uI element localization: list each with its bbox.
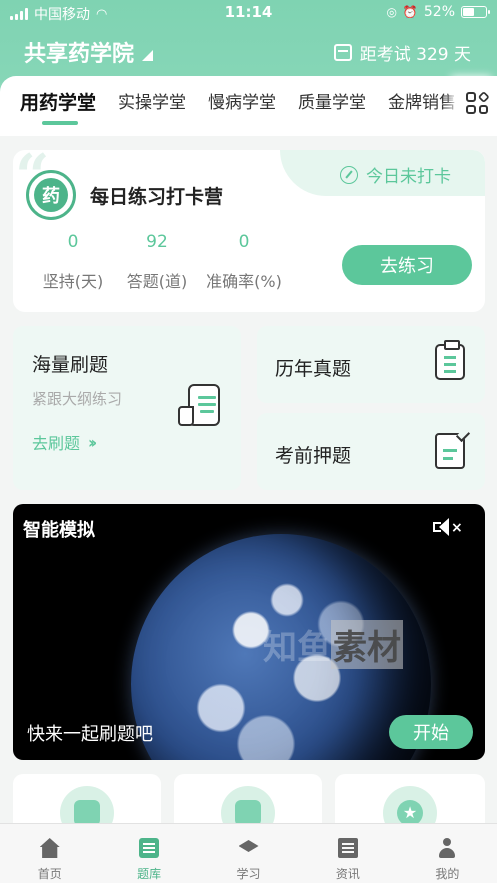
mute-icon[interactable]: × [433,518,463,538]
tabbar-item-2[interactable]: 学习 [199,824,298,883]
category-tabs: 用药学堂 实操学堂 慢病学堂 质量学堂 金牌销售 [0,76,497,136]
checkin-title: 每日练习打卡营 [90,186,224,208]
tabbar-label: 首页 [37,867,62,881]
battery-icon [461,6,490,18]
active-tab-indicator [42,121,78,125]
tile-title: 海量刷题 [32,354,109,376]
tab-label: 实操学堂 [118,93,187,113]
battery-percent: 52% [423,4,455,20]
tab-2[interactable]: 慢病学堂 [208,88,276,125]
tab-label: 用药学堂 [20,92,97,114]
watermark-text-a: 知鱼 [263,628,331,668]
stat-accuracy: 0 准确率(%) [199,232,289,292]
tab-4[interactable]: 金牌销售 [388,88,456,125]
tile-subtitle: 紧跟大纲练习 [32,390,123,408]
app-header: 共享药学院 距考试 329 天 [0,30,497,74]
video-caption: 快来一起刷题吧 [27,724,153,745]
tabbar-label: 资讯 [335,867,360,881]
all-categories-button[interactable] [457,76,497,130]
tab-1[interactable]: 实操学堂 [118,88,186,125]
status-bar: 中国移动 ◠ 11:14 ◎ ⏰ 52% [0,0,497,26]
tabbar-item-4[interactable]: 我的 [398,824,497,883]
start-button[interactable]: 开始 [389,715,473,749]
predicted-questions-tile[interactable]: 考前押题 [257,413,485,490]
video-title: 智能模拟 [23,520,95,541]
brand-switcher[interactable]: 共享药学院 [24,36,154,68]
home-icon [39,838,60,858]
tab-3[interactable]: 质量学堂 [298,88,366,125]
checkin-stats: 0 坚持(天) 92 答题(道) 0 准确率(%) [31,232,289,292]
brand-name: 共享药学院 [24,42,135,67]
go-practice-button[interactable]: 去练习 [342,245,472,285]
pharmacy-logo: 药 [26,170,76,220]
clipboard-icon [435,340,465,380]
tile-link-label: 去刷题 [32,434,81,453]
check-paper-icon [435,427,471,469]
scroll-icon [178,384,222,428]
stat-days: 0 坚持(天) [31,232,115,292]
tile-title: 历年真题 [275,358,352,380]
tab-0[interactable]: 用药学堂 [20,88,96,125]
checkin-status: 今日未打卡 [340,162,451,187]
logo-char: 药 [34,178,68,212]
checkin-status-text: 今日未打卡 [366,167,451,187]
stat-label: 答题(道) [126,272,188,291]
exam-countdown[interactable]: 距考试 329 天 [333,40,471,65]
stat-value: 92 [146,232,168,252]
tabbar-item-3[interactable]: 资讯 [298,824,397,883]
tabbar-item-1[interactable]: 题库 [99,824,198,883]
calendar-icon [333,44,352,61]
graduation-cap-icon [238,840,259,852]
stat-answered: 92 答题(道) [115,232,199,292]
lock-rotation-icon: ◎ [386,5,397,19]
mass-practice-tile[interactable]: 海量刷题 紧跟大纲练习 去刷题 ›› [13,326,241,490]
tabbar-label: 题库 [137,867,162,881]
question-bank-icon [139,838,160,858]
tab-label: 慢病学堂 [208,93,277,113]
tab-label: 金牌销售 [388,93,457,113]
tile-title: 考前押题 [275,445,352,467]
double-chevron-right-icon: ›› [88,432,97,452]
tab-list: 用药学堂 实操学堂 慢病学堂 质量学堂 金牌销售 [20,88,460,125]
simulation-video[interactable]: 智能模拟 × 知鱼 素材 快来一起刷题吧 开始 [13,504,485,760]
stat-value: 0 [67,232,79,252]
profile-icon [437,838,457,858]
exam-countdown-text: 距考试 329 天 [359,45,471,65]
go-practice-link[interactable]: 去刷题 ›› [32,430,97,454]
checkin-card: “ 今日未打卡 药 每日练习打卡营 0 坚持(天) 92 答题(道) 0 准确率… [13,150,485,312]
news-icon [337,838,358,858]
tabbar-label: 学习 [236,867,261,881]
watermark: 知鱼 素材 [263,620,403,669]
alarm-icon: ⏰ [402,5,418,19]
stat-label: 准确率(%) [206,272,282,291]
pen-icon [340,165,358,184]
status-right: ◎ ⏰ 52% [386,4,490,20]
caret-down-icon [142,49,154,61]
watermark-text-b: 素材 [331,620,403,669]
bottom-tab-bar: 首页 题库 学习 资讯 我的 [0,823,497,883]
grid-icon [466,91,489,114]
tabbar-label: 我的 [435,867,460,881]
battery-level [463,8,474,16]
tabbar-item-0[interactable]: 首页 [0,824,99,883]
past-exams-tile[interactable]: 历年真题 [257,326,485,403]
tab-label: 质量学堂 [298,93,367,113]
stat-label: 坚持(天) [42,272,104,291]
stat-value: 0 [238,232,250,252]
